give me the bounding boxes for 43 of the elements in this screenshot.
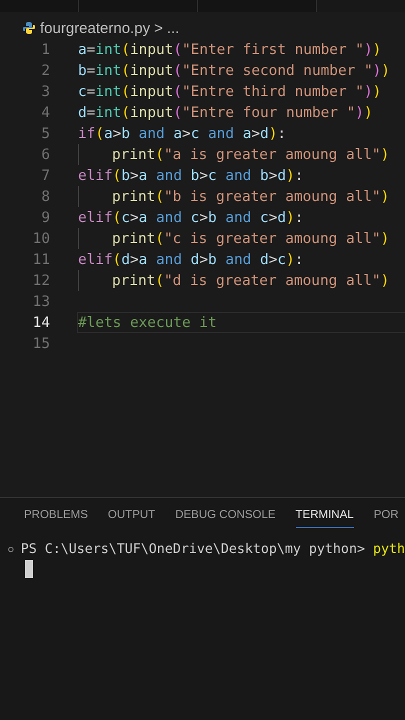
terminal-cursor: [25, 560, 33, 578]
line-number: 8: [40, 188, 50, 204]
line-number: 11: [32, 252, 50, 268]
code-line: a=int(input("Enter first number ")): [78, 42, 382, 58]
panel-tab[interactable]: OUTPUT: [108, 507, 156, 528]
editor-tab[interactable]: [0, 0, 79, 12]
editor-tab[interactable]: [198, 0, 317, 12]
file-name[interactable]: fourgreaterno.py: [40, 20, 150, 36]
line-number: 1: [40, 42, 50, 58]
panel-tab[interactable]: TERMINAL: [296, 507, 354, 528]
breadcrumb-more[interactable]: ...: [166, 20, 180, 36]
panel-tab[interactable]: PROBLEMS: [24, 507, 88, 528]
code-line: print("b is greater amoung all"): [112, 188, 390, 204]
line-number: 15: [32, 336, 50, 352]
breadcrumb-separator: >: [154, 20, 163, 36]
code-line: elif(b>a and b>c and b>d):: [78, 168, 304, 184]
code-line: elif(c>a and c>b and c>d):: [78, 210, 304, 226]
code-line: print("d is greater amoung all"): [112, 272, 390, 288]
line-number: 2: [40, 62, 50, 78]
panel-tab[interactable]: DEBUG CONSOLE: [175, 507, 276, 528]
code-line: d=int(input("Entre four number ")): [78, 104, 373, 120]
code-line: #lets execute it: [78, 314, 217, 330]
code-line: print("c is greater amoung all"): [112, 230, 390, 246]
line-number: 3: [40, 84, 50, 100]
terminal-line: PS C:\Users\TUF\OneDrive\Desktop\my python> pyth: [20, 542, 405, 557]
code-line: if(a>b and a>c and a>d):: [78, 126, 286, 142]
editor-tab[interactable]: [79, 0, 198, 12]
line-number: 5: [40, 126, 50, 142]
code-line: print("a is greater amoung all"): [112, 146, 390, 162]
line-number: 13: [32, 294, 50, 310]
panel-tab[interactable]: POR: [374, 507, 399, 528]
python-file-icon: [22, 21, 36, 35]
line-number: 7: [40, 168, 50, 184]
code-line: elif(d>a and d>b and d>c):: [78, 252, 304, 268]
status-circle-icon: [8, 545, 14, 554]
line-number: 6: [40, 146, 50, 162]
code-line: c=int(input("Entre third number ")): [78, 84, 382, 100]
line-number: 14: [32, 314, 50, 330]
code-line: b=int(input("Entre second number ")): [78, 62, 390, 78]
line-number: 9: [40, 210, 50, 226]
line-number: 4: [40, 104, 50, 120]
line-number: 12: [32, 272, 50, 288]
line-number: 10: [32, 230, 50, 246]
